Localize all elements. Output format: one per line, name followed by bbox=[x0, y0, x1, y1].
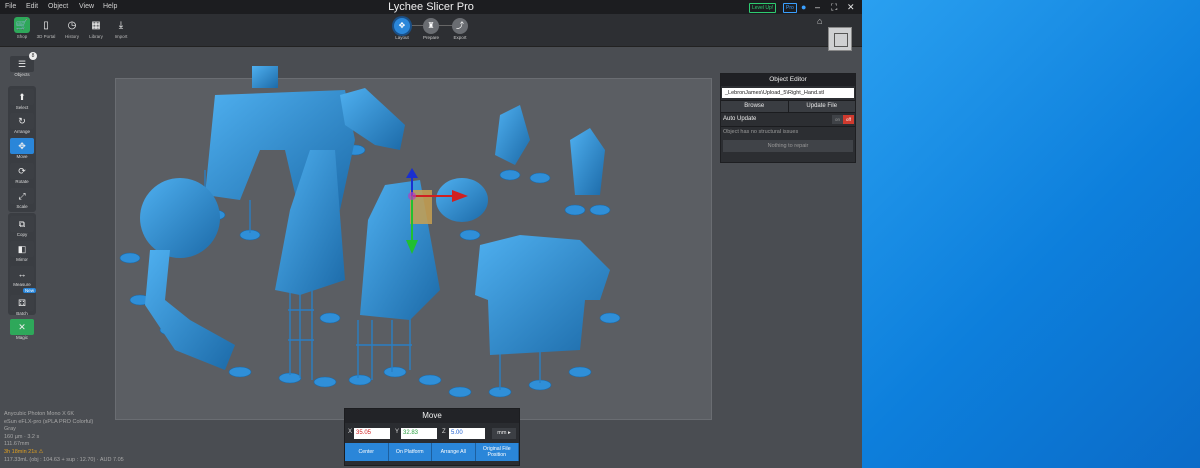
batch-tool[interactable]: ⚃ Batch bbox=[9, 295, 35, 316]
arrange-tool[interactable]: ↻ Arrange bbox=[9, 113, 35, 134]
small-parts-models bbox=[495, 105, 605, 195]
printer-name: Anycubic Photon Mono X 6K bbox=[4, 411, 75, 417]
copy-tool[interactable]: ⧉ Copy bbox=[9, 216, 35, 237]
y-input[interactable]: 32.83 bbox=[401, 428, 437, 439]
print-stats: Anycubic Photon Mono X 6K eSun eFLX-pro … bbox=[4, 411, 124, 464]
scale-tool[interactable]: ⤢ Scale bbox=[9, 188, 35, 209]
copy-icon: ⧉ bbox=[10, 216, 34, 232]
select-label: Select bbox=[15, 105, 29, 110]
objects-count-badge: 8 bbox=[29, 52, 37, 60]
auto-update-label: Auto Update bbox=[723, 116, 757, 122]
resin-name: eSun eFLX-pro (sPLA PRO Colorful) bbox=[4, 418, 94, 425]
toggle-on-option[interactable]: on bbox=[832, 115, 843, 124]
move-panel: Move X 35.05 Y 32.83 Z 5.00 mm ▸ Center … bbox=[344, 408, 520, 466]
on-platform-button[interactable]: On Platform bbox=[388, 443, 432, 461]
z-label: Z bbox=[442, 429, 446, 435]
move-icon: ✥ bbox=[10, 138, 34, 154]
object-editor-panel: Object Editor _LebronJames\Upload_5\Righ… bbox=[720, 73, 856, 163]
rotate-tool[interactable]: ⟳ Rotate bbox=[9, 163, 35, 184]
repair-button[interactable]: Nothing to repair bbox=[723, 140, 853, 152]
head-model bbox=[436, 178, 488, 222]
height-info: 111.67mm bbox=[4, 441, 30, 448]
x-label: X bbox=[348, 429, 353, 435]
mirror-tool[interactable]: ◧ Mirror bbox=[9, 241, 35, 262]
y-label: Y bbox=[395, 429, 400, 435]
magic-label: Magic bbox=[15, 335, 28, 340]
objects-button[interactable]: ☰ Objects 8 bbox=[9, 52, 37, 77]
move-panel-title: Move bbox=[345, 409, 519, 423]
browse-button[interactable]: Browse bbox=[721, 101, 788, 112]
file-path-field[interactable]: _LebronJames\Upload_5\Right_Hand.stl bbox=[722, 88, 854, 98]
copy-label: Copy bbox=[16, 232, 28, 237]
object-editor-title: Object Editor bbox=[721, 74, 855, 86]
volume-cost: 117.33mL (obj : 104.63 + sup : 12.70) · … bbox=[4, 456, 124, 463]
jersey-model bbox=[475, 235, 610, 355]
z-axis-arrow-icon[interactable] bbox=[406, 168, 418, 178]
select-tool[interactable]: ⬆ Select bbox=[9, 89, 35, 110]
measure-icon: ↔ bbox=[10, 266, 34, 282]
toggle-off-option[interactable]: off bbox=[843, 115, 854, 124]
move-tool[interactable]: ✥ Move bbox=[9, 138, 35, 159]
layer-info: 160 µm · 3.2 s bbox=[4, 433, 40, 440]
rotate-label: Rotate bbox=[15, 179, 29, 184]
3d-viewport[interactable] bbox=[0, 0, 862, 468]
arrange-all-button[interactable]: Arrange All bbox=[432, 443, 476, 461]
rotate-icon: ⟳ bbox=[10, 163, 34, 179]
magic-tool[interactable]: ✕ Magic bbox=[9, 319, 35, 340]
objects-label: Objects bbox=[14, 72, 30, 77]
mirror-label: Mirror bbox=[16, 257, 28, 262]
mirror-icon: ◧ bbox=[10, 241, 34, 257]
measure-label: Measure bbox=[13, 282, 31, 287]
print-time: 3h 18min 21s ⚠ bbox=[4, 448, 44, 455]
lychee-window: File Edit Object View Help Lychee Slicer… bbox=[0, 0, 862, 468]
original-file-position-button[interactable]: Original File Position bbox=[475, 443, 519, 461]
update-file-button[interactable]: Update File bbox=[787, 101, 855, 112]
arrange-label: Arrange bbox=[13, 129, 30, 134]
z-input[interactable]: 5.00 bbox=[449, 428, 485, 439]
scale-icon: ⤢ bbox=[10, 188, 34, 204]
cursor-icon: ⬆ bbox=[10, 89, 34, 105]
x-input[interactable]: 35.05 bbox=[354, 428, 390, 439]
batch-label: Batch bbox=[16, 311, 28, 316]
magic-icon: ✕ bbox=[10, 319, 34, 335]
resin-color: Gray bbox=[4, 426, 16, 433]
new-badge: New bbox=[23, 288, 37, 293]
batch-icon: ⚃ bbox=[10, 295, 34, 311]
scale-label: Scale bbox=[16, 204, 28, 209]
move-label: Move bbox=[16, 154, 28, 159]
arrange-icon: ↻ bbox=[10, 113, 34, 129]
center-button[interactable]: Center bbox=[345, 443, 389, 461]
unit-select[interactable]: mm ▸ bbox=[492, 428, 516, 439]
basketball-arm-model bbox=[140, 178, 235, 370]
measure-tool[interactable]: ↔ Measure bbox=[9, 266, 35, 287]
desktop-background bbox=[862, 0, 1200, 468]
auto-update-toggle[interactable]: on off bbox=[832, 115, 854, 124]
structure-status-message: Object has no structural issues bbox=[721, 126, 855, 138]
